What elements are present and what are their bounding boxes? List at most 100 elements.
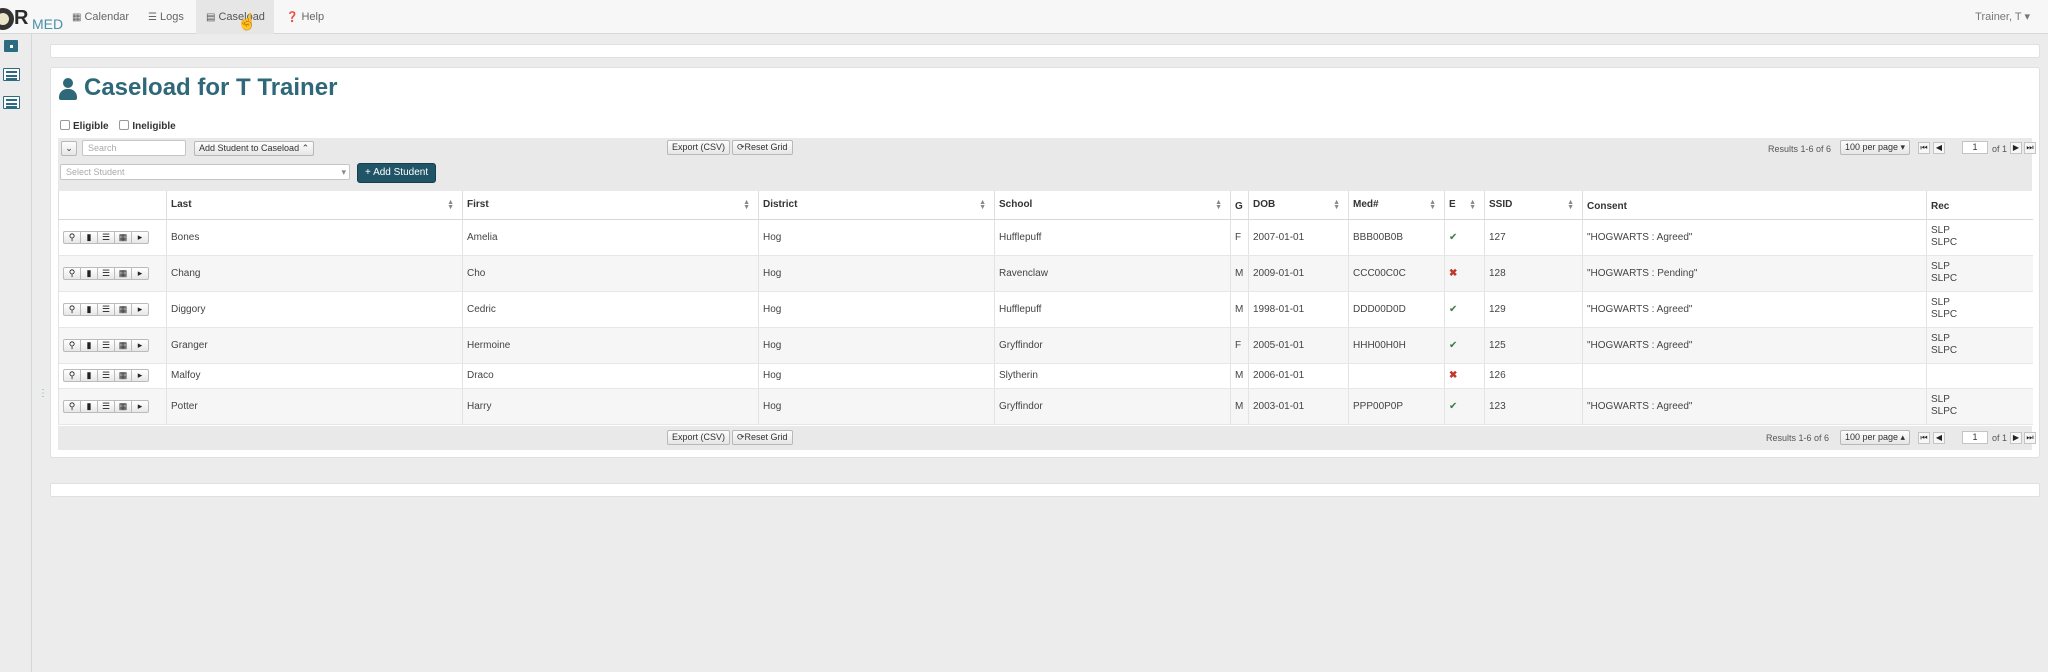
select-student-dropdown[interactable]: Select Student ▾ — [60, 164, 350, 180]
play-icon[interactable]: ▸ — [131, 266, 149, 280]
play-icon[interactable]: ▸ — [131, 302, 149, 316]
last-page-button-bottom[interactable]: ⏭ — [2024, 432, 2036, 444]
col-eligible[interactable]: E ▲ ▼ — [1444, 191, 1485, 220]
list-icon[interactable]: ▦ — [114, 369, 132, 382]
table-row[interactable]: ⚲ ▮ ☰ ▦ ▸ Chang Cho Hog Ravenclaw M 2009-01-01 CCC0… — [58, 255, 2033, 292]
table-row[interactable]: ⚲ ▮ ☰ ▦ ▸ Granger Hermoine Hog Gryffindor F 2005-0… — [58, 327, 2033, 364]
reset-grid-button[interactable]: ⟳Reset Grid — [732, 140, 793, 155]
column-menu-button[interactable]: ⌄ — [61, 141, 77, 156]
table-row[interactable]: ⚲ ▮ ☰ ▦ ▸ Diggory Cedric Hog Hufflepuff M 1998-01-… — [58, 291, 2033, 328]
view-icon[interactable]: ⚲ — [63, 302, 81, 316]
play-icon[interactable]: ▸ — [131, 399, 149, 413]
first-page-button[interactable]: ⏮ — [1918, 142, 1930, 154]
page-number-input-bottom[interactable]: 1 — [1962, 431, 1988, 444]
nav-help[interactable]: ❓ Help — [276, 0, 334, 34]
refresh-icon: ⟳ — [737, 142, 745, 152]
col-dob[interactable]: DOB ▲ ▼ — [1248, 191, 1349, 220]
cell-district: Hog — [758, 363, 995, 389]
page-total: of 1 — [1992, 144, 2008, 154]
table-row[interactable]: ⚲ ▮ ☰ ▦ ▸ Potter Harry Hog Gryffindor M 2003-01-01… — [58, 388, 2033, 425]
document-icon[interactable]: ▮ — [80, 338, 98, 352]
prev-page-button[interactable]: ◀ — [1933, 142, 1945, 154]
document-icon[interactable]: ▮ — [80, 266, 98, 280]
user-menu[interactable]: Trainer, T ▾ — [1975, 0, 2030, 34]
view-icon[interactable]: ⚲ — [63, 338, 81, 352]
next-page-button[interactable]: ▶ — [2010, 142, 2022, 154]
export-csv-button[interactable]: Export (CSV) — [667, 140, 731, 155]
grid-toolbar-top: ⌄ Search Add Student to Caseload ⌃ Expor… — [58, 138, 2036, 194]
col-district[interactable]: District ▲ ▼ — [758, 191, 995, 220]
menu-icon[interactable]: ☰ — [97, 302, 115, 316]
table-row[interactable]: ⚲ ▮ ☰ ▦ ▸ Malfoy Draco Hog Slytherin M 2006-01-01 ✖… — [58, 363, 2033, 389]
document-icon[interactable]: ▮ — [80, 230, 98, 244]
col-district-label: District — [763, 199, 798, 210]
col-med[interactable]: Med# ▲ ▼ — [1348, 191, 1445, 220]
menu-icon[interactable]: ☰ — [97, 266, 115, 280]
row-actions: ⚲ ▮ ☰ ▦ ▸ — [58, 219, 167, 256]
reset-grid-button-bottom[interactable]: ⟳Reset Grid — [732, 430, 793, 445]
cell-district: Hog — [758, 219, 995, 256]
document-icon[interactable]: ▮ — [80, 399, 98, 413]
col-school[interactable]: School ▲ ▼ — [994, 191, 1231, 220]
nav-caseload[interactable]: ▤ Caseload — [196, 0, 274, 34]
search-input[interactable]: Search — [82, 140, 186, 156]
eligible-checkbox[interactable] — [60, 120, 70, 130]
prev-page-button-bottom[interactable]: ◀ — [1933, 432, 1945, 444]
play-icon[interactable]: ▸ — [131, 230, 149, 244]
ineligible-checkbox[interactable] — [119, 120, 130, 130]
per-page-select[interactable]: 100 per page ▾ — [1840, 140, 1911, 155]
sidebar-table-icon[interactable] — [3, 96, 20, 109]
list-icon[interactable]: ▦ — [114, 302, 132, 316]
ineligible-filter[interactable]: Ineligible — [119, 120, 176, 132]
col-gender-label: G — [1235, 201, 1243, 212]
menu-icon[interactable]: ☰ — [97, 399, 115, 413]
nav-logs[interactable]: ☰ Logs — [138, 0, 194, 34]
col-last[interactable]: Last ▲ ▼ — [166, 191, 463, 220]
sidebar-list-icon[interactable] — [3, 68, 20, 81]
list-icon: ☰ — [148, 12, 157, 23]
add-student-button[interactable]: + Add Student — [357, 163, 437, 183]
per-page-select-bottom[interactable]: 100 per page ▴ — [1840, 430, 1911, 445]
menu-icon[interactable]: ☰ — [97, 369, 115, 382]
calendar-icon: ▦ — [72, 12, 82, 23]
sidebar-toggle-icon[interactable] — [4, 40, 18, 52]
nav-calendar[interactable]: ▦ Calendar — [62, 0, 139, 34]
app-logo[interactable]: R MED — [0, 6, 63, 32]
view-icon[interactable]: ⚲ — [63, 399, 81, 413]
document-icon[interactable]: ▮ — [80, 369, 98, 382]
export-csv-button-bottom[interactable]: Export (CSV) — [667, 430, 731, 445]
col-first-label: First — [467, 199, 489, 210]
list-icon[interactable]: ▦ — [114, 399, 132, 413]
first-page-button-bottom[interactable]: ⏮ — [1918, 432, 1930, 444]
cell-gender: M — [1230, 363, 1249, 389]
add-student-to-caseload-button[interactable]: Add Student to Caseload ⌃ — [194, 141, 315, 156]
cell-eligible: ✔ — [1444, 327, 1485, 364]
page-number-input[interactable]: 1 — [1962, 141, 1988, 154]
col-ssid[interactable]: SSID ▲ ▼ — [1484, 191, 1583, 220]
list-icon[interactable]: ▦ — [114, 230, 132, 244]
play-icon[interactable]: ▸ — [131, 369, 149, 382]
table-row[interactable]: ⚲ ▮ ☰ ▦ ▸ Bones Amelia Hog Hufflepuff F 2007-01-01… — [58, 219, 2033, 256]
menu-icon[interactable]: ☰ — [97, 230, 115, 244]
cell-first: Amelia — [462, 219, 759, 256]
user-icon — [58, 78, 78, 100]
next-page-button-bottom[interactable]: ▶ — [2010, 432, 2022, 444]
view-icon[interactable]: ⚲ — [63, 369, 81, 382]
view-icon[interactable]: ⚲ — [63, 230, 81, 244]
col-rec[interactable]: Rec — [1926, 191, 2033, 220]
last-page-button[interactable]: ⏭ — [2024, 142, 2036, 154]
col-gender[interactable]: G — [1230, 191, 1249, 220]
sidebar-resize-handle-icon[interactable]: ⋮ — [38, 388, 48, 399]
document-icon[interactable]: ▮ — [80, 302, 98, 316]
list-icon[interactable]: ▦ — [114, 266, 132, 280]
play-icon[interactable]: ▸ — [131, 338, 149, 352]
eligible-filter[interactable]: Eligible — [60, 120, 109, 132]
menu-icon[interactable]: ☰ — [97, 338, 115, 352]
view-icon[interactable]: ⚲ — [63, 266, 81, 280]
list-icon[interactable]: ▦ — [114, 338, 132, 352]
col-first[interactable]: First ▲ ▼ — [462, 191, 759, 220]
rec-2: SLPC — [1931, 309, 1958, 320]
rec-2: SLPC — [1931, 345, 1958, 356]
cell-last: Granger — [166, 327, 463, 364]
col-consent[interactable]: Consent — [1582, 191, 1927, 220]
